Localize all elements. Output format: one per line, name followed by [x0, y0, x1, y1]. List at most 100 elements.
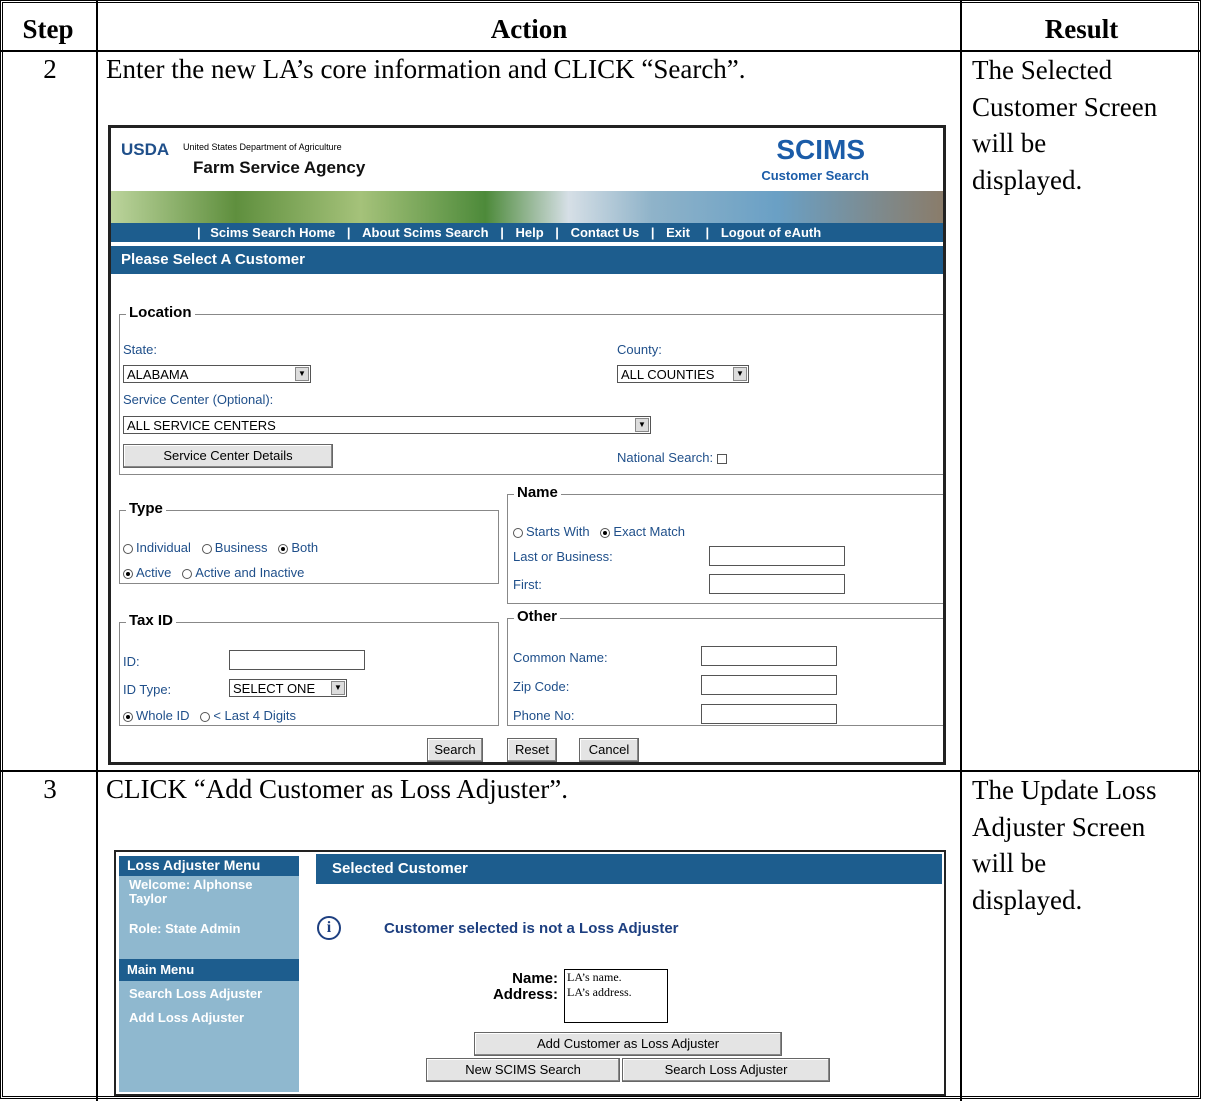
result-line: displayed.: [972, 164, 1083, 195]
reset-button[interactable]: Reset: [507, 738, 557, 762]
header-banner-image: [111, 191, 943, 223]
main-menu-header: Main Menu: [119, 959, 299, 981]
type-legend: Type: [126, 500, 166, 517]
radio-business[interactable]: [201, 543, 212, 554]
column-divider: [96, 0, 98, 1101]
agency-name: Farm Service Agency: [193, 158, 366, 177]
status-options: Active Active and Inactive: [123, 565, 304, 580]
radio-label: Starts With: [526, 524, 590, 539]
radio-active[interactable]: [123, 568, 133, 579]
id-type-select[interactable]: SELECT ONE ▼: [229, 679, 347, 697]
radio-exact-match[interactable]: [600, 527, 611, 538]
id-type-label: ID Type:: [123, 682, 172, 697]
welcome-text: Welcome: Alphonse Taylor: [129, 877, 253, 906]
result-line: will be: [972, 128, 1047, 158]
nav-link[interactable]: Exit: [666, 223, 690, 242]
tax-id-input[interactable]: [229, 650, 365, 670]
chevron-down-icon: ▼: [331, 681, 345, 695]
first-name-label: First:: [513, 577, 542, 592]
nav-separator: |: [346, 225, 351, 240]
cancel-button[interactable]: Cancel: [579, 738, 639, 762]
county-select[interactable]: ALL COUNTIES ▼: [617, 365, 749, 383]
result-line: displayed.: [972, 884, 1083, 915]
other-legend: Other: [514, 608, 561, 625]
service-center-details-button[interactable]: Service Center Details: [123, 444, 333, 468]
customer-name: LA’s name.: [567, 970, 622, 984]
app-subtitle: Customer Search: [761, 168, 869, 183]
radio-starts-with[interactable]: [513, 527, 523, 538]
common-name-label: Common Name:: [513, 650, 608, 665]
step-result: The Selected Customer Screen will be dis…: [972, 52, 1194, 198]
new-scims-search-button[interactable]: New SCIMS Search: [426, 1058, 620, 1082]
header-step: Step: [22, 14, 74, 44]
phone-label: Phone No:: [513, 708, 575, 723]
role-text: Role: State Admin: [129, 921, 241, 936]
radio-last-4[interactable]: [200, 711, 211, 722]
national-search: National Search:: [617, 450, 728, 465]
nav-link[interactable]: About Scims Search: [362, 223, 488, 242]
result-line: The Update Loss: [972, 775, 1157, 805]
result-line: The Selected: [972, 55, 1113, 85]
common-name-input[interactable]: [701, 646, 837, 666]
county-value: ALL COUNTIES: [621, 367, 715, 382]
state-label: State:: [123, 342, 157, 357]
nav-bar: | Scims Search Home | About Scims Search…: [111, 223, 943, 242]
service-center-select[interactable]: ALL SERVICE CENTERS ▼: [123, 416, 651, 434]
nav-separator: |: [197, 225, 201, 240]
header-result: Result: [1044, 14, 1119, 44]
county-label: County:: [617, 342, 662, 357]
step-result: The Update Loss Adjuster Screen will be …: [972, 772, 1194, 918]
first-name-input[interactable]: [709, 574, 845, 594]
search-loss-adjuster-button[interactable]: Search Loss Adjuster: [622, 1058, 830, 1082]
sidebar-item-search-loss-adjuster[interactable]: Search Loss Adjuster: [129, 987, 262, 1001]
search-button[interactable]: Search: [427, 738, 483, 762]
radio-active-inactive[interactable]: [182, 568, 193, 579]
radio-label: Both: [291, 540, 319, 555]
panel-title: Selected Customer: [316, 854, 942, 884]
nav-separator: |: [705, 225, 710, 240]
usda-logo: USDA: [121, 140, 170, 159]
chevron-down-icon: ▼: [295, 367, 309, 381]
zip-code-input[interactable]: [701, 675, 837, 695]
id-label: ID:: [123, 654, 140, 669]
name-legend: Name: [514, 484, 561, 501]
section-title: Please Select A Customer: [121, 251, 305, 268]
result-line: Customer Screen: [972, 91, 1158, 122]
taxid-legend: Tax ID: [126, 612, 176, 629]
step-action: Enter the new LA’s core information and …: [106, 54, 746, 84]
service-center-value: ALL SERVICE CENTERS: [127, 418, 276, 433]
id-type-value: SELECT ONE: [233, 681, 316, 696]
phone-input[interactable]: [701, 704, 837, 724]
info-icon: i: [317, 916, 341, 940]
service-center-label: Service Center (Optional):: [123, 392, 274, 407]
state-select[interactable]: ALABAMA ▼: [123, 365, 311, 383]
column-divider: [960, 0, 962, 1101]
nav-link[interactable]: Logout of eAuth: [721, 223, 821, 242]
result-line: will be: [972, 848, 1047, 878]
radio-label: Whole ID: [136, 708, 190, 723]
national-search-checkbox[interactable]: [717, 453, 728, 464]
radio-both[interactable]: [278, 543, 289, 554]
nav-separator: |: [650, 225, 655, 240]
nav-link[interactable]: Contact Us: [571, 223, 640, 242]
add-customer-as-loss-adjuster-button[interactable]: Add Customer as Loss Adjuster: [474, 1032, 782, 1056]
result-line: Adjuster Screen: [972, 811, 1146, 842]
loss-adjuster-sidebar: Loss Adjuster Menu Welcome: Alphonse Tay…: [119, 856, 299, 1092]
state-value: ALABAMA: [127, 367, 189, 382]
nav-link[interactable]: Scims Search Home: [210, 223, 335, 242]
last-name-input[interactable]: [709, 546, 845, 566]
radio-whole-id[interactable]: [123, 711, 133, 722]
status-message: Customer selected is not a Loss Adjuster: [384, 920, 679, 937]
radio-label: Exact Match: [613, 524, 685, 539]
radio-individual[interactable]: [123, 543, 133, 554]
nav-separator: |: [500, 225, 504, 240]
radio-label: Business: [214, 540, 268, 555]
nav-link[interactable]: Help: [516, 223, 544, 242]
app-title: SCIMS: [776, 134, 865, 165]
sidebar-item-add-loss-adjuster[interactable]: Add Loss Adjuster: [129, 1011, 244, 1025]
nav-separator: |: [555, 225, 559, 240]
radio-label: Active and Inactive: [195, 565, 305, 580]
name-label: Name:: [512, 970, 558, 987]
section-title-bar: Please Select A Customer: [111, 246, 943, 274]
menu-title: Loss Adjuster Menu: [119, 856, 299, 876]
